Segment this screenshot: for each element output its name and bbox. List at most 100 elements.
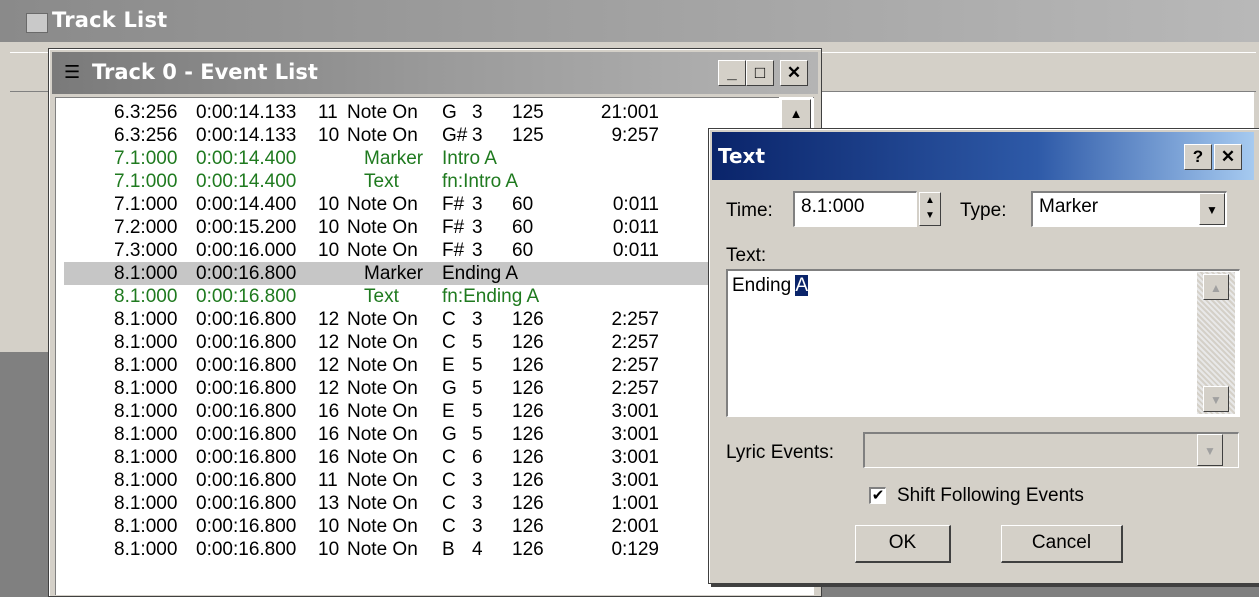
event-cell-ch: 11 — [318, 470, 338, 491]
event-list[interactable]: 6.3:256 0:00:14.133 11 Note On G 3 125 21:001 6.… — [55, 97, 814, 595]
event-cell-ch: 12 — [318, 332, 340, 353]
shift-following-checkbox[interactable]: ✔ — [869, 487, 886, 504]
event-cell-dur: 3:001 — [611, 401, 659, 422]
scroll-up-button[interactable]: ▲ — [781, 99, 811, 129]
event-row[interactable]: 8.1:000 0:00:16.800 16 Note On G 5 126 3:001 — [64, 423, 784, 446]
event-row[interactable]: 6.3:256 0:00:14.133 10 Note On G# 3 125 9:257 — [64, 124, 784, 147]
text-scroll-up[interactable]: ▲ — [1203, 274, 1229, 300]
event-cell-time: 0:00:16.800 — [196, 332, 297, 353]
event-cell-n2: 3 — [472, 217, 483, 238]
event-cell-pos: 7.1:000 — [114, 194, 178, 215]
time-stepper[interactable]: ▲ ▼ — [919, 192, 941, 226]
event-cell-n1: G# — [442, 125, 468, 146]
event-row[interactable]: 7.2:000 0:00:15.200 10 Note On F# 3 60 0:011 — [64, 216, 784, 239]
event-cell-vel: 125 — [512, 125, 544, 146]
cancel-button[interactable]: Cancel — [1001, 525, 1123, 563]
event-cell-pos: 8.1:000 — [114, 286, 178, 307]
type-select[interactable]: Marker — [1031, 191, 1227, 227]
event-row[interactable]: 8.1:000 0:00:16.800 12 Note On E 5 126 2:257 — [64, 354, 784, 377]
event-cell-time: 0:00:16.800 — [196, 309, 297, 330]
maximize-button[interactable]: □ — [746, 60, 774, 86]
event-cell-n2: 3 — [472, 516, 483, 537]
close-button[interactable]: ✕ — [780, 60, 808, 86]
time-input[interactable]: 8.1:000 — [793, 191, 917, 227]
event-cell-vel: 126 — [512, 401, 544, 422]
event-cell-time: 0:00:16.800 — [196, 378, 297, 399]
event-cell-ch: 16 — [318, 424, 340, 445]
text-scroll-down[interactable]: ▼ — [1203, 386, 1229, 412]
event-cell-ch: 10 — [318, 240, 340, 261]
event-row[interactable]: 8.1:000 0:00:16.800 11 Note On C 3 126 3:001 — [64, 469, 784, 492]
event-row[interactable]: 7.1:000 0:00:14.400 Text fn:Intro A — [64, 170, 784, 193]
event-row[interactable]: 8.1:000 0:00:16.800 16 Note On E 5 126 3:001 — [64, 400, 784, 423]
event-cell-time: 0:00:16.800 — [196, 263, 297, 284]
text-area-scrollbar[interactable]: ▲ ▼ — [1197, 272, 1235, 414]
dialog-close-button[interactable]: ✕ — [1214, 144, 1242, 170]
event-cell-value: fn:Ending A — [442, 286, 540, 307]
text-area[interactable]: Ending A — [726, 269, 1240, 417]
track-list-titlebar[interactable]: Track List — [0, 0, 1259, 42]
event-row[interactable]: 8.1:000 0:00:16.800 16 Note On C 6 126 3:001 — [64, 446, 784, 469]
event-cell-kind: Note On — [347, 424, 418, 445]
event-row[interactable]: 8.1:000 0:00:16.800 13 Note On C 3 126 1:001 — [64, 492, 784, 515]
event-row[interactable]: 8.1:000 0:00:16.800 10 Note On B 4 126 0:129 — [64, 538, 784, 561]
dialog-title: Text — [718, 144, 766, 168]
event-cell-kind: Note On — [347, 355, 418, 376]
event-row[interactable]: 6.3:256 0:00:14.133 11 Note On G 3 125 21:001 — [64, 101, 784, 124]
event-cell-n2: 5 — [472, 424, 483, 445]
event-cell-n2: 5 — [472, 355, 483, 376]
arrow-up-icon[interactable]: ▲ — [920, 193, 940, 208]
event-cell-pos: 8.1:000 — [114, 424, 178, 445]
event-cell-vel: 126 — [512, 516, 544, 537]
shift-following-label[interactable]: Shift Following Events — [897, 485, 1084, 507]
close-icon: ✕ — [1220, 147, 1236, 166]
event-cell-n2: 3 — [472, 240, 483, 261]
event-row[interactable]: 8.1:000 0:00:16.800 Text fn:Ending A — [64, 285, 784, 308]
event-row[interactable]: 7.1:000 0:00:14.400 Marker Intro A — [64, 147, 784, 170]
event-cell-pos: 6.3:256 — [114, 102, 178, 123]
event-row-selected[interactable]: 8.1:000 0:00:16.800 Marker Ending A — [64, 262, 784, 285]
event-row[interactable]: 8.1:000 0:00:16.800 12 Note On G 5 126 2:257 — [64, 377, 784, 400]
chevron-down-icon: ▼ — [1206, 203, 1218, 217]
event-cell-value: fn:Intro A — [442, 171, 519, 192]
event-cell-kind: Note On — [347, 125, 418, 146]
event-cell-ch: 10 — [318, 217, 340, 238]
event-cell-n1: C — [442, 309, 456, 330]
event-list-titlebar[interactable]: ☰ Track 0 - Event List _ □ ✕ — [52, 52, 818, 94]
close-icon: ✕ — [786, 63, 802, 82]
event-cell-vel: 126 — [512, 493, 544, 514]
event-cell-kind: Note On — [347, 102, 418, 123]
event-cell-pos: 7.1:000 — [114, 148, 178, 169]
event-cell-n2: 5 — [472, 401, 483, 422]
event-cell-dur: 2:001 — [611, 516, 659, 537]
dialog-titlebar[interactable]: Text ? ✕ — [712, 132, 1254, 180]
event-cell-kind: Note On — [347, 539, 418, 560]
event-cell-n2: 4 — [472, 539, 483, 560]
event-cell-n1: C — [442, 470, 456, 491]
event-cell-n1: C — [442, 516, 456, 537]
event-cell-kind: Note On — [347, 309, 418, 330]
event-row[interactable]: 8.1:000 0:00:16.800 10 Note On C 3 126 2:001 — [64, 515, 784, 538]
lyric-dropdown-button[interactable]: ▼ — [1197, 434, 1223, 466]
event-cell-time: 0:00:16.800 — [196, 401, 297, 422]
event-row[interactable]: 8.1:000 0:00:16.800 12 Note On C 5 126 2:257 — [64, 331, 784, 354]
event-row[interactable]: 7.3:000 0:00:16.000 10 Note On F# 3 60 0:011 — [64, 239, 784, 262]
type-dropdown-button[interactable]: ▼ — [1199, 193, 1225, 225]
lyric-events-select[interactable] — [863, 432, 1239, 468]
event-cell-ch: 12 — [318, 378, 340, 399]
event-cell-dur: 2:257 — [611, 355, 659, 376]
event-cell-pos: 7.1:000 — [114, 171, 178, 192]
event-cell-n1: F# — [442, 194, 465, 215]
event-cell-vel: 126 — [512, 470, 544, 491]
minimize-button[interactable]: _ — [718, 60, 746, 86]
event-row[interactable]: 7.1:000 0:00:14.400 10 Note On F# 3 60 0:011 — [64, 193, 784, 216]
type-value: Marker — [1039, 196, 1099, 217]
arrow-down-icon[interactable]: ▼ — [920, 208, 940, 223]
event-cell-vel: 126 — [512, 424, 544, 445]
event-cell-pos: 8.1:000 — [114, 401, 178, 422]
event-row[interactable]: 8.1:000 0:00:16.800 12 Note On C 3 126 2:257 — [64, 308, 784, 331]
ok-button[interactable]: OK — [855, 525, 951, 563]
help-button[interactable]: ? — [1184, 144, 1212, 170]
event-cell-dur: 3:001 — [611, 447, 659, 468]
event-cell-pos: 8.1:000 — [114, 332, 178, 353]
